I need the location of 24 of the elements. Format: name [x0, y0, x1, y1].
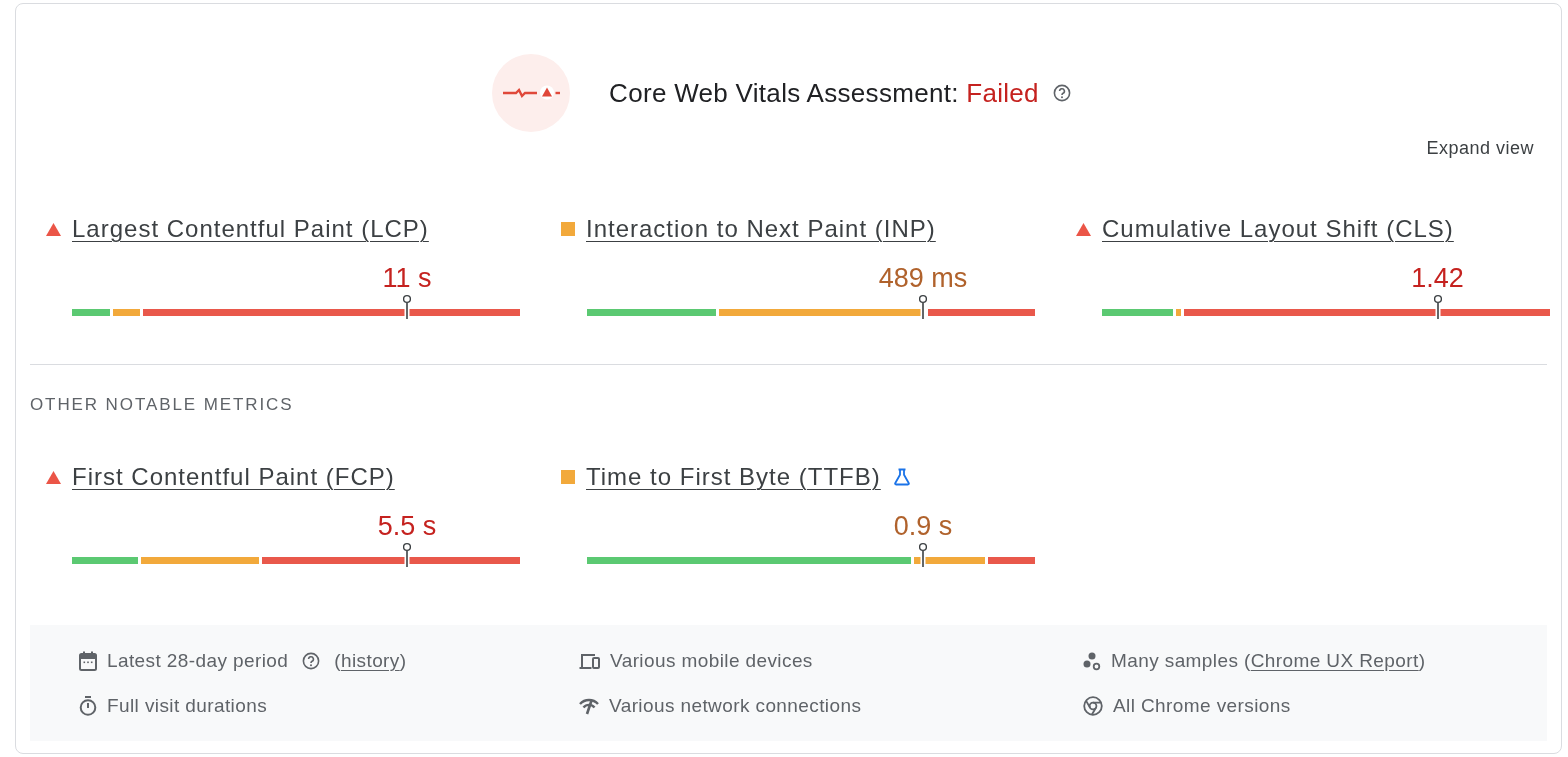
metric-link[interactable]: First Contentful Paint (FCP) — [72, 462, 395, 492]
metric-link[interactable]: Interaction to Next Paint (INP) — [586, 214, 936, 244]
link-note: (history) — [334, 649, 407, 673]
info-text: Latest 28-day period — [107, 649, 289, 673]
metric-link[interactable]: Time to First Byte (TTFB) — [586, 462, 881, 492]
metric-value: 489 ms — [878, 262, 968, 294]
metric-value: 5.5 s — [377, 510, 437, 542]
help-icon[interactable] — [1052, 84, 1071, 102]
section-heading: OTHER NOTABLE METRICS — [30, 395, 294, 415]
info-text: Many samples (Chrome UX Report) — [1111, 649, 1426, 673]
assessment-title: Core Web Vitals Assessment: Failed — [609, 78, 1039, 108]
info-text: All Chrome versions — [1113, 694, 1291, 718]
metric-value: 11 s — [382, 262, 432, 294]
help-icon[interactable] — [302, 652, 321, 670]
expand-view-button[interactable]: Expand view — [1426, 136, 1534, 160]
metric-value: 1.42 — [1411, 262, 1464, 294]
metric-link[interactable]: Cumulative Layout Shift (CLS) — [1102, 214, 1454, 244]
metric-value: 0.9 s — [893, 510, 953, 542]
info-text: Various network connections — [609, 694, 862, 718]
info-text: Full visit durations — [107, 694, 268, 718]
info-text: Various mobile devices — [610, 649, 813, 673]
text-link[interactable]: Chrome UX Report — [1250, 650, 1419, 671]
metric-link[interactable]: Largest Contentful Paint (LCP) — [72, 214, 429, 244]
text-link[interactable]: history — [340, 650, 400, 671]
